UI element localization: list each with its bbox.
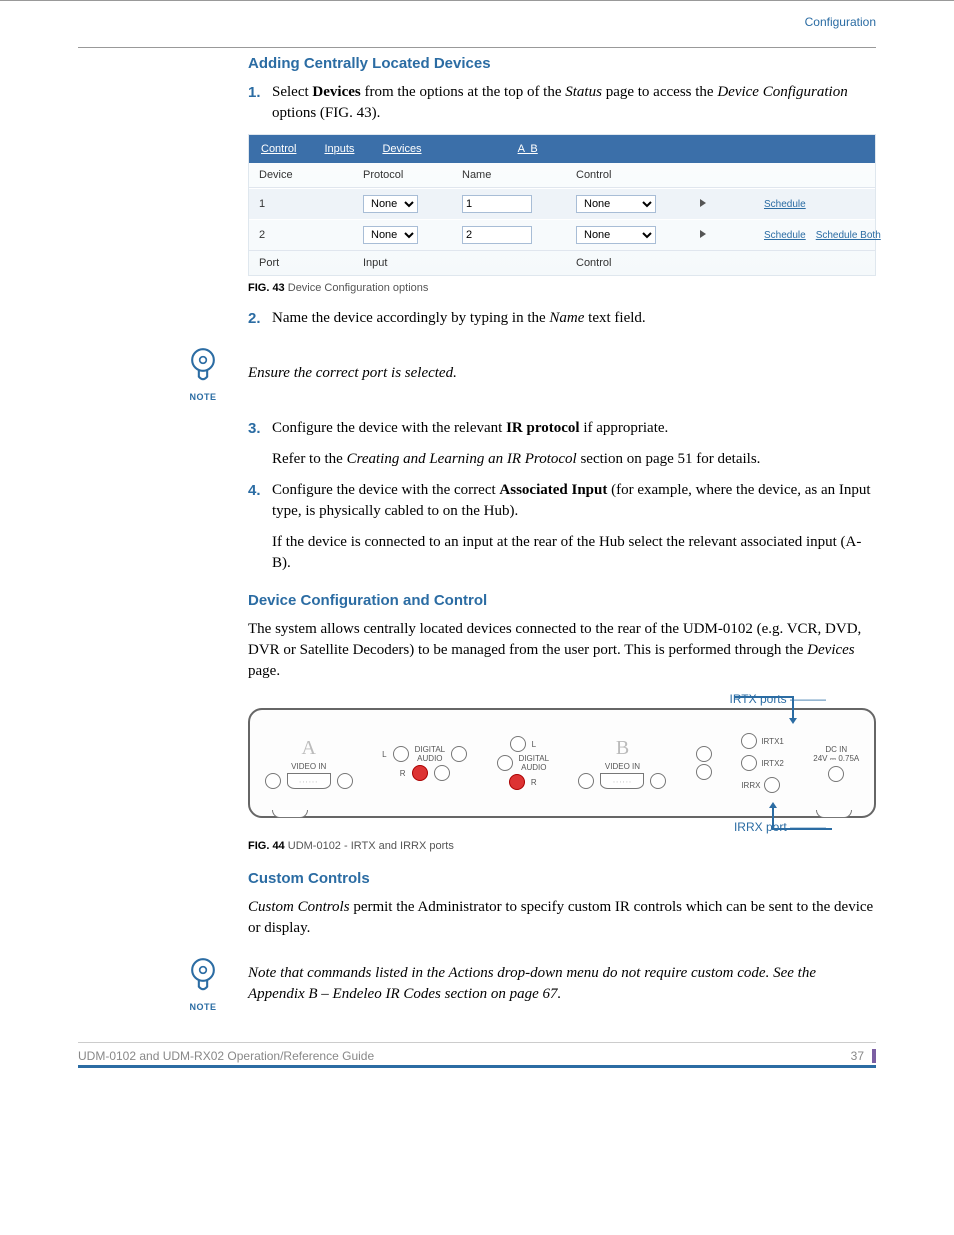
row1-protocol[interactable]: None <box>363 195 418 213</box>
videoin-a: VIDEO IN <box>291 762 326 771</box>
connector-icon <box>412 765 428 781</box>
connector-icon <box>434 765 450 781</box>
tab-ab[interactable]: A B <box>518 143 538 155</box>
tab-devices[interactable]: Devices <box>382 143 421 155</box>
dcc-paragraph: The system allows centrally located devi… <box>248 619 876 682</box>
connector-icon <box>451 746 467 762</box>
tab-control[interactable]: Control <box>261 143 296 155</box>
expand-icon[interactable] <box>700 199 706 207</box>
note-label: NOTE <box>178 392 228 402</box>
fig44-top-label: IRTX ports ——— <box>248 692 876 706</box>
connector-icon <box>696 746 712 762</box>
figure-43-caption: FIG. 43 Device Configuration options <box>248 282 876 294</box>
connector-icon <box>578 773 594 789</box>
dsub-icon <box>287 773 331 789</box>
note-1-text: Ensure the correct port is selected. <box>248 363 876 383</box>
step-number-3: 3. <box>248 418 272 439</box>
foot-input: Input <box>363 257 458 269</box>
heading-adding-devices: Adding Centrally Located Devices <box>248 55 876 72</box>
chapter-label: Configuration <box>78 15 876 29</box>
fig44-bot-label: IRRX port ——— <box>248 820 876 834</box>
col-protocol: Protocol <box>363 169 458 181</box>
row2-id: 2 <box>259 229 359 241</box>
irrx-port <box>764 777 780 793</box>
videoin-b: VIDEO IN <box>605 762 640 771</box>
figure-44-caption: FIG. 44 UDM-0102 - IRTX and IRRX ports <box>248 840 876 852</box>
row1-name[interactable] <box>462 195 532 213</box>
col-name: Name <box>462 169 572 181</box>
figure-44: A VIDEO IN LDIGITAL AUDIO R L DIGITAL AU… <box>248 708 876 818</box>
step-4-sub: If the device is connected to an input a… <box>272 532 876 574</box>
row2-protocol[interactable]: None <box>363 226 418 244</box>
figure-43: Control Inputs Devices A B Device Protoc… <box>248 134 876 276</box>
step-3-refer: Refer to the Creating and Learning an IR… <box>272 449 876 470</box>
expand-icon[interactable] <box>700 230 706 238</box>
cc-paragraph: Custom Controls permit the Administrator… <box>248 897 876 939</box>
irtx2-port <box>741 755 757 771</box>
step-number-4: 4. <box>248 480 272 522</box>
step-2-text: Name the device accordingly by typing in… <box>272 308 876 329</box>
col-control: Control <box>576 169 696 181</box>
dcin-port <box>828 766 844 782</box>
note-icon: NOTE <box>178 345 228 402</box>
connector-icon <box>510 736 526 752</box>
note-2-text: Note that commands listed in the Actions… <box>248 963 876 1004</box>
dsub-icon <box>600 773 644 789</box>
panel-a-label: A <box>301 737 315 760</box>
step-4-text: Configure the device with the correct As… <box>272 480 876 522</box>
note-icon: NOTE <box>178 955 228 1012</box>
foot-port: Port <box>259 257 359 269</box>
row1-id: 1 <box>259 198 359 210</box>
step-3-text: Configure the device with the relevant I… <box>272 418 876 439</box>
row1-control[interactable]: None <box>576 195 656 213</box>
foot-control: Control <box>576 257 696 269</box>
irtx1-port <box>741 733 757 749</box>
step-number-1: 1. <box>248 82 272 124</box>
connector-icon <box>337 773 353 789</box>
row2-name[interactable] <box>462 226 532 244</box>
note-label: NOTE <box>178 1002 228 1012</box>
col-device: Device <box>259 169 359 181</box>
connector-icon <box>497 755 513 771</box>
connector-icon <box>393 746 409 762</box>
tab-inputs[interactable]: Inputs <box>324 143 354 155</box>
connector-icon <box>509 774 525 790</box>
panel-b-label: B <box>616 737 629 760</box>
step-number-2: 2. <box>248 308 272 329</box>
footer-guide-title: UDM-0102 and UDM-RX02 Operation/Referenc… <box>78 1049 374 1063</box>
connector-icon <box>265 773 281 789</box>
connector-icon <box>650 773 666 789</box>
row1-schedule-link[interactable]: Schedule <box>764 199 806 210</box>
row2-schedule-link[interactable]: Schedule <box>764 230 806 241</box>
connector-icon <box>696 764 712 780</box>
heading-custom-controls: Custom Controls <box>248 870 876 887</box>
row2-schedule-both-link[interactable]: Schedule Both <box>816 230 881 241</box>
heading-device-config-control: Device Configuration and Control <box>248 592 876 609</box>
dcin-label: DC IN 24V ⎓ 0.75A <box>813 745 859 764</box>
step-1-text: Select Devices from the options at the t… <box>272 82 876 124</box>
page-number: 37 <box>851 1049 876 1063</box>
row2-control[interactable]: None <box>576 226 656 244</box>
